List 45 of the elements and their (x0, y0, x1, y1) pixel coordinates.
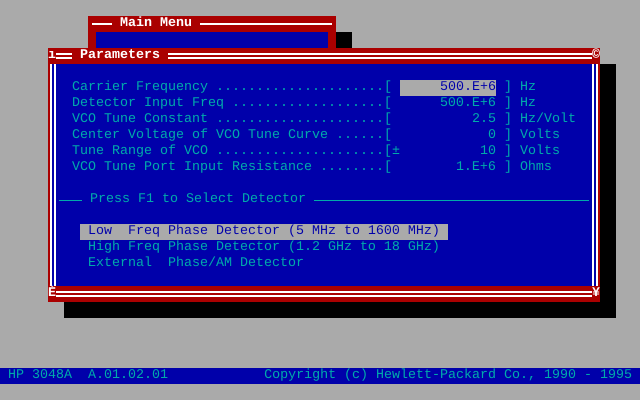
unit-label: Volts (520, 128, 560, 144)
corner-mark: ¥ (592, 286, 600, 302)
version-label: A.01.02.01 (88, 368, 168, 384)
unit-label: Volts (520, 144, 560, 160)
bracket: ] (504, 160, 512, 176)
copyright-text: Copyright (c) Hewlett-Packard Co., 1990 - 1995 (264, 368, 632, 384)
value-field[interactable]: 0 (400, 128, 496, 144)
dot-leader: ........[ (320, 160, 392, 176)
dot-leader: ...................[ (232, 96, 392, 112)
unit-label: Hz (520, 80, 536, 96)
bracket: ] (504, 96, 512, 112)
dot-leader: .....................[ (216, 144, 392, 160)
rule-line (56, 53, 72, 59)
list-item[interactable]: High Freq Phase Detector (1.2 GHz to 18 GHz) (80, 240, 448, 256)
unit-label: Ohms (520, 160, 552, 176)
value-field[interactable]: 10 (400, 144, 496, 160)
value-field[interactable]: 500.E+6 (400, 96, 496, 112)
dot-leader: .....................[ (216, 112, 392, 128)
field-label: VCO Tune Port Input Resistance (72, 160, 312, 176)
unit-label: Hz/Volt (520, 112, 576, 128)
field-label: Carrier Frequency (72, 80, 208, 96)
window-title: Main Menu (120, 16, 192, 32)
value-field[interactable]: 2.5 (400, 112, 496, 128)
field-label: Detector Input Freq (72, 96, 224, 112)
dot-leader: .....................[ (216, 80, 392, 96)
bracket: ] (504, 112, 512, 128)
section-title: Press F1 to Select Detector (90, 192, 306, 208)
dot-leader: ......[ (336, 128, 392, 144)
window-title: Parameters (80, 48, 160, 64)
list-item[interactable]: External Phase/AM Detector (80, 256, 312, 272)
unit-label: Hz (520, 96, 536, 112)
bracket: ] (504, 144, 512, 160)
bracket: ] (504, 80, 512, 96)
product-name: HP 3048A (8, 368, 72, 384)
bracket: ] (504, 128, 512, 144)
list-item[interactable]: Low Freq Phase Detector (5 MHz to 1600 MHz) (80, 224, 448, 240)
sign-mark: ± (392, 144, 400, 160)
value-field[interactable]: 1.E+6 (400, 160, 496, 176)
corner-mark: ı (48, 48, 56, 64)
rule-line (92, 23, 112, 25)
field-label: Tune Range of VCO (72, 144, 208, 160)
field-label: Center Voltage of VCO Tune Curve (72, 128, 328, 144)
corner-mark: © (592, 48, 600, 64)
value-field[interactable]: 500.E+6 (400, 80, 496, 96)
field-label: VCO Tune Constant (72, 112, 208, 128)
